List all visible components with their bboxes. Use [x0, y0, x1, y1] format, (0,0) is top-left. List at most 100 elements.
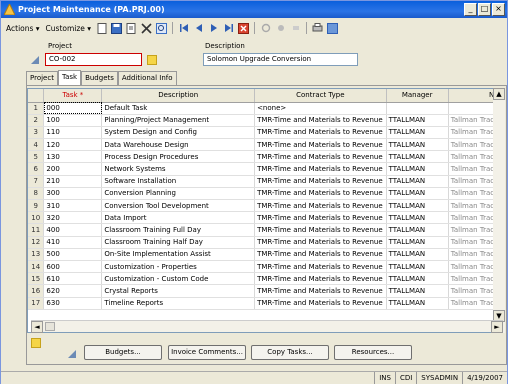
contract-type-cell[interactable]: TMR-Time and Materials to Revenue: [254, 114, 387, 127]
menu-customize[interactable]: Customize ▾: [44, 24, 94, 33]
table-row[interactable]: 6 200 Network Systems TMR-Time and Material…: [28, 162, 504, 176]
invoice-comments-button[interactable]: Invoice Comments...: [168, 345, 246, 360]
manager-cell[interactable]: TTALLMAN: [386, 297, 449, 310]
task-code-cell[interactable]: 130: [43, 150, 103, 164]
manager-cell[interactable]: TTALLMAN: [386, 138, 449, 152]
manager-cell[interactable]: [386, 102, 449, 115]
manager-cell[interactable]: TTALLMAN: [386, 175, 449, 188]
task-description-cell[interactable]: Data Warehouse Design: [101, 138, 256, 152]
minimize-button[interactable]: _: [464, 3, 477, 16]
column-header-manager[interactable]: Manager: [386, 89, 449, 103]
contract-type-cell[interactable]: TMR-Time and Materials to Revenue: [254, 175, 387, 188]
task-code-cell[interactable]: 400: [43, 223, 103, 237]
task-description-cell[interactable]: Default Task: [101, 102, 256, 115]
table-row[interactable]: 9 310 Conversion Tool Development TMR-Time …: [28, 199, 504, 213]
attach-icon[interactable]: [289, 22, 302, 35]
contract-type-cell[interactable]: TMR-Time and Materials to Revenue: [254, 126, 387, 140]
task-description-cell[interactable]: On-Site Implementation Assist: [101, 248, 256, 261]
contract-type-cell[interactable]: TMR-Time and Materials to Revenue: [254, 199, 387, 213]
scroll-thumb[interactable]: [45, 322, 55, 331]
resources-button[interactable]: Resources...: [334, 345, 412, 360]
contract-type-cell[interactable]: TMR-Time and Materials to Revenue: [254, 260, 387, 274]
contract-type-cell[interactable]: TMR-Time and Materials to Revenue: [254, 150, 387, 164]
manager-cell[interactable]: TTALLMAN: [386, 162, 449, 176]
task-description-cell[interactable]: Planning/Project Management: [101, 114, 256, 127]
table-row[interactable]: 2 100 Planning/Project Management TMR-Time …: [28, 114, 504, 127]
copy-tasks-button[interactable]: Copy Tasks...: [251, 345, 329, 360]
table-row[interactable]: 17 630 Timeline Reports TMR-Time and Materi…: [28, 297, 504, 310]
task-code-cell[interactable]: 500: [43, 248, 103, 261]
project-input[interactable]: CO-002: [45, 53, 142, 66]
tab-project[interactable]: Project: [26, 71, 58, 85]
print-icon[interactable]: [311, 22, 324, 35]
task-description-cell[interactable]: Process Design Procedures: [101, 150, 256, 164]
manager-cell[interactable]: TTALLMAN: [386, 272, 449, 286]
close-icon[interactable]: [237, 22, 250, 35]
menu-actions[interactable]: Actions ▾: [4, 24, 42, 33]
settings-icon[interactable]: [259, 22, 272, 35]
column-header-description[interactable]: Description: [101, 89, 256, 103]
task-description-cell[interactable]: Classroom Training Full Day: [101, 223, 256, 237]
table-row[interactable]: 4 120 Data Warehouse Design TMR-Time and Ma…: [28, 138, 504, 152]
table-row[interactable]: 3 110 System Design and Config TMR-Time and…: [28, 126, 504, 140]
contract-type-cell[interactable]: TMR-Time and Materials to Revenue: [254, 284, 387, 298]
task-description-cell[interactable]: Crystal Reports: [101, 284, 256, 298]
task-description-cell[interactable]: Customization - Custom Code: [101, 272, 256, 286]
save-icon[interactable]: [110, 22, 123, 35]
note-icon[interactable]: [31, 338, 41, 348]
tab-budgets[interactable]: Budgets: [81, 71, 118, 85]
task-code-cell[interactable]: 600: [43, 260, 103, 274]
column-header-contract-type[interactable]: Contract Type: [254, 89, 387, 103]
contract-type-cell[interactable]: TMR-Time and Materials to Revenue: [254, 211, 387, 225]
maximize-button[interactable]: □: [478, 3, 491, 16]
new-icon[interactable]: [95, 22, 108, 35]
table-row[interactable]: 12 410 Classroom Training Half Day TMR-Time…: [28, 236, 504, 249]
prev-icon[interactable]: [192, 22, 205, 35]
manager-cell[interactable]: TTALLMAN: [386, 199, 449, 213]
tab-task[interactable]: Task: [57, 70, 82, 85]
tab-additional-info[interactable]: Additional Info: [117, 71, 177, 85]
task-description-cell[interactable]: Timeline Reports: [101, 297, 256, 310]
contract-type-cell[interactable]: TMR-Time and Materials to Revenue: [254, 138, 387, 152]
scroll-right-button[interactable]: ►: [491, 321, 503, 333]
column-header-task[interactable]: Task *: [43, 89, 103, 103]
manager-cell[interactable]: TTALLMAN: [386, 114, 449, 127]
contract-type-cell[interactable]: TMR-Time and Materials to Revenue: [254, 248, 387, 261]
task-code-cell[interactable]: 320: [43, 211, 103, 225]
first-icon[interactable]: [177, 22, 190, 35]
task-description-cell[interactable]: Conversion Tool Development: [101, 199, 256, 213]
table-row[interactable]: 15 610 Customization - Custom Code TMR-Time…: [28, 272, 504, 286]
note-icon[interactable]: [147, 55, 157, 65]
task-description-cell[interactable]: Software Installation: [101, 175, 256, 188]
scroll-up-button[interactable]: ▲: [493, 88, 505, 100]
description-input[interactable]: Solomon Upgrade Conversion: [203, 53, 358, 66]
manager-cell[interactable]: TTALLMAN: [386, 223, 449, 237]
task-code-cell[interactable]: 100: [43, 114, 103, 127]
manager-cell[interactable]: TTALLMAN: [386, 150, 449, 164]
vertical-scrollbar[interactable]: ▲ ▼: [493, 88, 505, 333]
table-row[interactable]: 5 130 Process Design Procedures TMR-Time an…: [28, 150, 504, 164]
table-row[interactable]: 1 000 Default Task <none>: [28, 102, 504, 115]
contract-type-cell[interactable]: TMR-Time and Materials to Revenue: [254, 272, 387, 286]
next-icon[interactable]: [207, 22, 220, 35]
manager-cell[interactable]: TTALLMAN: [386, 126, 449, 140]
task-code-cell[interactable]: 630: [43, 297, 103, 310]
scroll-left-button[interactable]: ◄: [31, 321, 43, 333]
task-description-cell[interactable]: Network Systems: [101, 162, 256, 176]
tools-icon[interactable]: [274, 22, 287, 35]
help-icon[interactable]: [326, 22, 339, 35]
task-description-cell[interactable]: Classroom Training Half Day: [101, 236, 256, 249]
table-row[interactable]: 11 400 Classroom Training Full Day TMR-Time…: [28, 223, 504, 237]
task-code-cell[interactable]: 210: [43, 175, 103, 188]
close-window-button[interactable]: ×: [492, 3, 505, 16]
contract-type-cell[interactable]: TMR-Time and Materials to Revenue: [254, 236, 387, 249]
manager-cell[interactable]: TTALLMAN: [386, 260, 449, 274]
table-row[interactable]: 14 600 Customization - Properties TMR-Time …: [28, 260, 504, 274]
task-code-cell[interactable]: 620: [43, 284, 103, 298]
task-code-cell[interactable]: 410: [43, 236, 103, 249]
task-grid[interactable]: Task * Description Contract Type Manager…: [27, 88, 505, 333]
contract-type-cell[interactable]: TMR-Time and Materials to Revenue: [254, 162, 387, 176]
last-icon[interactable]: [222, 22, 235, 35]
cancel-icon[interactable]: [125, 22, 138, 35]
contract-type-cell[interactable]: TMR-Time and Materials to Revenue: [254, 297, 387, 310]
